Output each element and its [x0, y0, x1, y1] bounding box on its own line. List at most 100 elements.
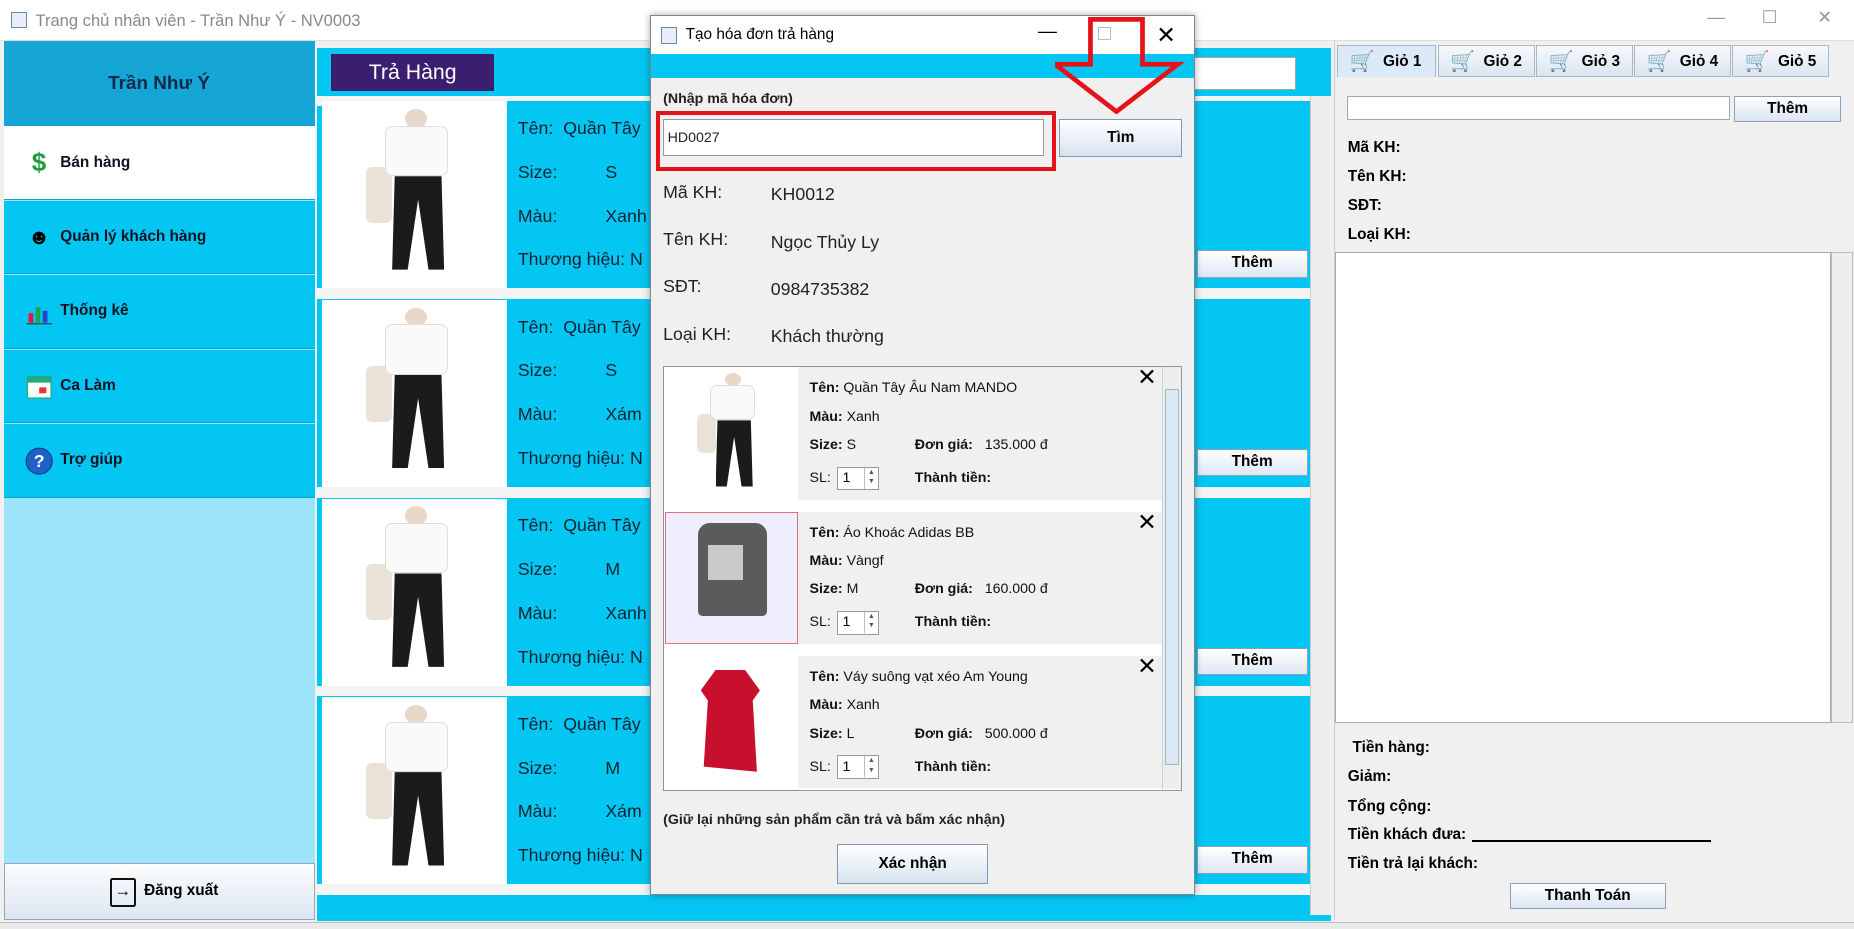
stepper-arrows-icon[interactable]: ▲ ▼	[863, 611, 878, 634]
product-size: M	[605, 559, 621, 580]
item-color-label: Màu:	[809, 552, 843, 569]
quantity-stepper[interactable]: 1 ▲ ▼	[836, 466, 880, 491]
quantity-stepper[interactable]: 1 ▲ ▼	[836, 610, 880, 635]
subtotal-label: Tiền hàng:	[1352, 738, 1430, 756]
tab-gio-4[interactable]: 🛒 Giỏ 4	[1633, 44, 1731, 77]
remove-item-icon[interactable]: ✕	[1137, 655, 1157, 680]
remove-item-icon[interactable]: ✕	[1137, 511, 1157, 536]
product-color: Xanh	[605, 205, 647, 226]
item-qty-label: SL:	[809, 758, 831, 775]
item-price: 160.000 đ	[984, 581, 1048, 598]
stepper-arrows-icon[interactable]: ▲ ▼	[863, 467, 878, 489]
item-color: Xanh	[846, 697, 880, 714]
product-brand: N	[630, 447, 643, 468]
change-label: Tiền trả lại khách:	[1347, 854, 1479, 872]
item-price: 135.000 đ	[984, 437, 1048, 454]
page-title: Trả Hàng	[331, 54, 495, 91]
customer-type-label: Loại KH:	[663, 323, 732, 344]
window-title: Trang chủ nhân viên - Trần Như Ý - NV000…	[35, 10, 361, 30]
tab-gio-5[interactable]: 🛒 Giỏ 5	[1732, 44, 1829, 77]
items-scrollbar[interactable]	[1161, 367, 1181, 790]
item-color-label: Màu:	[809, 408, 843, 425]
sidebar-item-ban-hang[interactable]: $ Bán hàng	[3, 126, 315, 200]
item-price: 500.000 đ	[984, 725, 1048, 742]
item-name-label: Tên:	[809, 668, 840, 685]
stepper-arrows-icon[interactable]: ▲ ▼	[863, 756, 878, 778]
item-price-label: Đơn giá:	[914, 437, 973, 454]
item-qty: 1	[842, 758, 851, 775]
item-total-label: Thành tiền:	[914, 470, 992, 487]
add-customer-button[interactable]: Thêm	[1734, 95, 1841, 122]
tab-gio-3[interactable]: 🛒 Giỏ 3	[1535, 44, 1633, 77]
color-label: Màu:	[517, 602, 558, 623]
item-name: Quần Tây Âu Nam MANDO	[843, 380, 1018, 397]
add-product-button[interactable]: Thêm	[1196, 846, 1308, 874]
product-brand: N	[630, 249, 643, 270]
svg-text:?: ?	[34, 451, 45, 471]
product-name: Quần Tây	[563, 515, 641, 536]
product-image	[321, 498, 508, 686]
product-name: Quần Tây	[563, 316, 641, 337]
cash-received-label: Tiền khách đưa:	[1347, 826, 1467, 844]
java-app-icon	[660, 27, 678, 44]
close-icon[interactable]: ✕	[1817, 7, 1832, 28]
red-arrow-annotation	[1054, 16, 1185, 114]
customer-phone-label: SĐT:	[663, 276, 702, 297]
add-product-button[interactable]: Thêm	[1196, 449, 1308, 477]
quantity-stepper[interactable]: 1 ▲ ▼	[836, 755, 880, 779]
item-image	[665, 367, 798, 500]
brand-label: Thương hiệu:	[517, 646, 626, 667]
product-color: Xám	[605, 801, 642, 822]
item-name: Áo Khoác Adidas BB	[843, 524, 975, 541]
logout-icon: →	[109, 878, 136, 907]
logout-button[interactable]: → Đăng xuất	[3, 862, 315, 920]
item-qty-label: SL:	[809, 470, 831, 487]
sidebar: Trần Như Ý $ Bán hàng ☻ Quản lý khách hà…	[3, 41, 315, 920]
item-image	[665, 655, 798, 789]
cart-items-area[interactable]	[1334, 251, 1832, 724]
brand-label: Thương hiệu:	[517, 845, 626, 866]
search-field[interactable]	[1185, 56, 1296, 90]
minimize-icon[interactable]: —	[1707, 7, 1725, 28]
color-label: Màu:	[517, 801, 558, 822]
tab-gio-2[interactable]: 🛒 Giỏ 2	[1437, 44, 1535, 77]
product-brand: N	[630, 646, 643, 667]
item-total-label: Thành tiền:	[914, 614, 992, 631]
sidebar-item-label: Ca Làm	[60, 376, 116, 394]
item-size: M	[846, 581, 859, 598]
brand-label: Thương hiệu:	[517, 249, 626, 270]
sidebar-item-quan-ly-khach-hang[interactable]: ☻ Quản lý khách hàng	[3, 200, 315, 275]
product-name: Quần Tây	[563, 713, 641, 734]
find-button[interactable]: Tìm	[1059, 119, 1183, 158]
sidebar-item-label: Quản lý khách hàng	[60, 227, 207, 245]
add-product-button[interactable]: Thêm	[1196, 647, 1308, 675]
sidebar-item-ca-lam[interactable]: Ca Làm	[3, 349, 315, 424]
confirm-button[interactable]: Xác nhận	[836, 844, 989, 885]
cart-scrollbar[interactable]	[1831, 251, 1853, 724]
chart-icon	[24, 297, 55, 328]
maximize-icon[interactable]: ☐	[1762, 7, 1778, 28]
pay-button[interactable]: Thanh Toán	[1509, 883, 1666, 910]
add-product-button[interactable]: Thêm	[1196, 250, 1308, 278]
item-name: Váy suông vạt xéo Am Young	[843, 668, 1028, 685]
java-app-icon	[10, 11, 28, 29]
product-color: Xanh	[605, 602, 647, 623]
user-name: Trần Như Ý	[108, 73, 210, 95]
product-scrollbar[interactable]	[1310, 95, 1332, 915]
sidebar-item-label: Thống kê	[60, 302, 129, 320]
name-label: Tên:	[517, 118, 554, 139]
invoice-item: Tên: Quần Tây Âu Nam MANDO Màu: Xanh Siz…	[665, 367, 1162, 500]
customer-search-input[interactable]	[1346, 95, 1730, 121]
cash-received-field[interactable]	[1471, 840, 1711, 842]
item-size-label: Size:	[809, 725, 843, 742]
sidebar-item-thong-ke[interactable]: Thống kê	[3, 275, 315, 349]
product-image	[321, 300, 508, 487]
tab-label: Giỏ 5	[1777, 52, 1817, 70]
remove-item-icon[interactable]: ✕	[1137, 367, 1157, 391]
product-size: S	[605, 161, 618, 182]
sidebar-item-tro-giup[interactable]: ? Trợ giúp	[3, 424, 315, 498]
tab-gio-1[interactable]: 🛒 Giỏ 1	[1337, 44, 1437, 77]
item-qty: 1	[842, 614, 851, 631]
customer-phone-value: 0984735382	[770, 278, 870, 299]
scroll-thumb[interactable]	[1165, 388, 1180, 765]
